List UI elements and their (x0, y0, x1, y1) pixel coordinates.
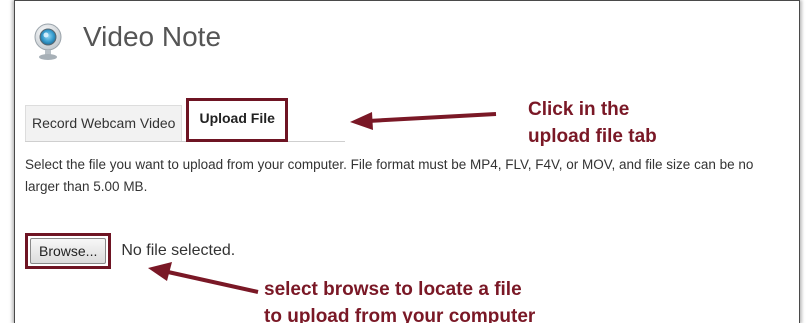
browse-highlight: Browse... (25, 233, 112, 269)
webcam-icon (33, 21, 63, 61)
page-title: Video Note (83, 21, 222, 52)
tab-bar: Record Webcam Video Upload File (25, 98, 345, 142)
tab-upload-file[interactable]: Upload File (186, 98, 288, 142)
video-note-panel: Video Note Record Webcam Video Upload Fi… (14, 0, 800, 323)
panel-header: Video Note (33, 19, 221, 63)
tab-annotation: Click in the upload file tab (528, 96, 657, 150)
upload-instructions: Select the file you want to upload from … (25, 157, 754, 194)
browse-annotation: select browse to locate a file to upload… (264, 276, 535, 323)
browse-annotation-line1: select browse to locate a file (264, 279, 522, 300)
tab-annotation-line2: upload file tab (528, 126, 657, 147)
file-input-row: Browse... No file selected. (25, 233, 235, 269)
tab-annotation-line1: Click in the (528, 99, 630, 120)
browse-annotation-line2: to upload from your computer (264, 306, 536, 323)
screenshot-stage: Video Note Record Webcam Video Upload Fi… (0, 0, 806, 323)
file-status-text: No file selected. (121, 242, 236, 259)
browse-button[interactable]: Browse... (30, 238, 107, 264)
tab-record-webcam-video[interactable]: Record Webcam Video (25, 105, 183, 141)
